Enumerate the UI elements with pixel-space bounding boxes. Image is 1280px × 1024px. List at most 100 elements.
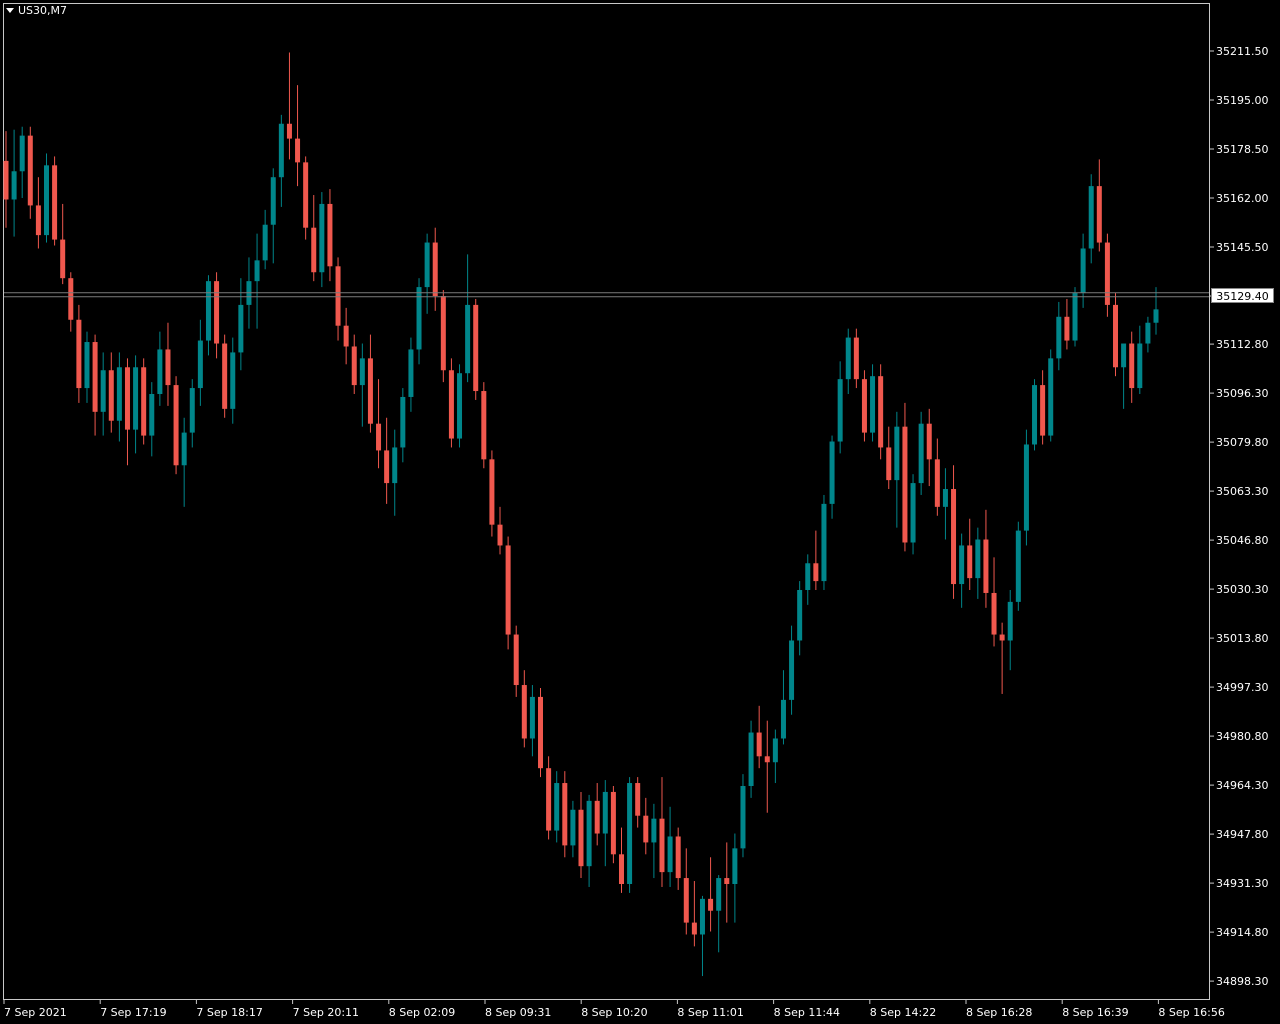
candle-body <box>222 343 228 409</box>
candle-body <box>1088 186 1094 249</box>
candle-body <box>1121 343 1127 368</box>
x-tick-label: 7 Sep 18:17 <box>196 1006 262 1019</box>
y-tick-label: 35145.50 <box>1216 241 1269 254</box>
candle-body <box>311 227 317 273</box>
candle-body <box>214 281 220 344</box>
candle-body <box>529 696 535 739</box>
candle-body <box>465 304 471 374</box>
candle-body <box>181 432 187 466</box>
current-price-label: 35129.40 <box>1211 287 1274 303</box>
candle-body <box>772 738 778 763</box>
y-tick-label: 35211.50 <box>1216 45 1269 58</box>
candle-body <box>351 346 357 386</box>
candle-body <box>76 319 82 389</box>
candle-body <box>1007 601 1013 641</box>
candle-body <box>473 304 479 392</box>
candle-body <box>367 358 373 424</box>
y-tick-label: 34997.30 <box>1216 681 1269 694</box>
candle-body <box>173 385 179 466</box>
candle-body <box>262 224 268 261</box>
candle-body <box>870 376 876 433</box>
candle-body <box>708 898 714 911</box>
candle-body <box>133 367 139 430</box>
candle-body <box>448 370 454 439</box>
candle-body <box>1137 343 1143 389</box>
x-tick-label: 8 Sep 16:39 <box>1062 1006 1128 1019</box>
candle-body <box>376 423 382 451</box>
candle-body <box>999 634 1005 641</box>
x-tick-label: 7 Sep 20:11 <box>293 1006 359 1019</box>
candle-body <box>659 818 665 873</box>
y-tick-label: 35079.80 <box>1216 436 1269 449</box>
candle-body <box>1015 530 1021 602</box>
candle-body <box>1056 316 1062 359</box>
candle-body <box>983 539 989 593</box>
y-tick-label: 35063.30 <box>1216 485 1269 498</box>
candle-body <box>586 800 592 867</box>
candle-body <box>108 370 114 421</box>
candle-body <box>60 239 66 279</box>
y-tick-label: 35096.30 <box>1216 387 1269 400</box>
x-tick-label: 8 Sep 16:28 <box>966 1006 1032 1019</box>
candle-body <box>489 459 495 525</box>
x-tick-label: 8 Sep 10:20 <box>581 1006 647 1019</box>
candle-body <box>254 260 260 282</box>
candle-body <box>1072 293 1078 341</box>
x-tick-label: 8 Sep 09:31 <box>485 1006 551 1019</box>
candle-body <box>1104 242 1110 305</box>
candle-body <box>578 809 584 867</box>
candle-body <box>27 135 33 206</box>
candle-body <box>1048 358 1054 436</box>
candle-body <box>68 278 74 320</box>
candle-body <box>327 203 333 267</box>
candle-body <box>440 296 446 371</box>
candle-body <box>238 304 244 353</box>
candle-body <box>1023 444 1029 531</box>
candle-body <box>894 426 900 481</box>
candle-body <box>546 768 552 831</box>
candle-body <box>813 563 819 582</box>
candle-body <box>594 800 600 834</box>
candle-body <box>400 396 406 448</box>
y-tick-label: 34964.30 <box>1216 779 1269 792</box>
candle-body <box>845 337 851 380</box>
candle-body <box>740 786 746 849</box>
y-tick-label: 35046.80 <box>1216 534 1269 547</box>
candle-body <box>408 349 414 397</box>
candle-body <box>278 123 284 178</box>
candle-body <box>116 367 122 421</box>
y-tick-label: 34931.30 <box>1216 877 1269 890</box>
candle-body <box>270 177 276 225</box>
candle-body <box>481 391 487 460</box>
candle-body <box>886 447 892 481</box>
y-tick-label: 35030.30 <box>1216 583 1269 596</box>
candle-body <box>189 388 195 433</box>
candle-body <box>967 545 973 579</box>
candle-body <box>1113 304 1119 368</box>
candle-body <box>942 489 948 507</box>
candle-body <box>853 337 859 380</box>
candle-body <box>124 367 130 430</box>
candle-body <box>951 489 957 585</box>
candle-body <box>651 818 657 843</box>
candle-body <box>497 524 503 546</box>
candle-body <box>205 281 211 341</box>
candle-body <box>1032 385 1038 445</box>
candle-body <box>683 878 689 923</box>
candle-body <box>635 783 641 816</box>
candlestick-chart: 35211.50 35195.00 35178.50 35162.00 35145.50… <box>3 45 1269 1019</box>
candle-body <box>610 791 616 855</box>
candle-body <box>149 394 155 436</box>
candle-body <box>392 447 398 484</box>
candle-body <box>959 545 965 585</box>
candle-body <box>789 640 795 700</box>
y-tick-label: 35178.50 <box>1216 143 1269 156</box>
candle-body <box>457 373 463 439</box>
candle-body <box>934 459 940 507</box>
candle-body <box>335 266 341 326</box>
candle-body <box>861 379 867 433</box>
candle-body <box>748 732 754 786</box>
x-tick-label: 7 Sep 17:19 <box>100 1006 166 1019</box>
candle-body <box>780 699 786 739</box>
candle-body <box>805 563 811 590</box>
